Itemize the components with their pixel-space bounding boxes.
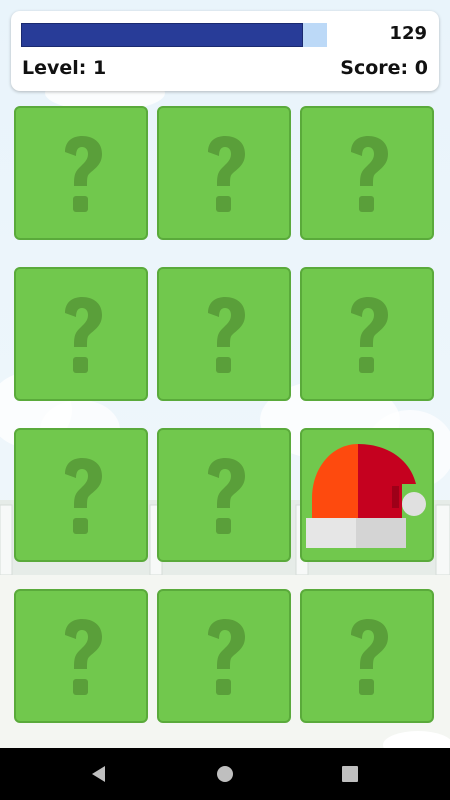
back-icon[interactable]: [89, 764, 109, 784]
card-tile[interactable]: [157, 106, 291, 240]
android-nav-bar: [0, 748, 450, 800]
card-tile[interactable]: [14, 267, 148, 401]
level-label: Level: 1: [22, 57, 107, 79]
card-tile[interactable]: [300, 267, 434, 401]
recents-icon[interactable]: [340, 764, 360, 784]
time-progress-fill: [21, 23, 303, 47]
card-tile[interactable]: [14, 106, 148, 240]
timer-value: 129: [389, 23, 427, 44]
hud-panel: 129 Level: 1 Score: 0: [11, 11, 439, 91]
card-tile[interactable]: [157, 428, 291, 562]
home-icon[interactable]: [215, 764, 235, 784]
card-tile[interactable]: [14, 428, 148, 562]
card-tile[interactable]: [300, 106, 434, 240]
card-tile[interactable]: [157, 267, 291, 401]
card-tile[interactable]: [157, 589, 291, 723]
time-progress-bar: [21, 23, 327, 47]
score-label: Score: 0: [340, 57, 428, 79]
card-tile[interactable]: [300, 589, 434, 723]
card-tile[interactable]: [14, 589, 148, 723]
card-tile-revealed[interactable]: [300, 428, 434, 562]
